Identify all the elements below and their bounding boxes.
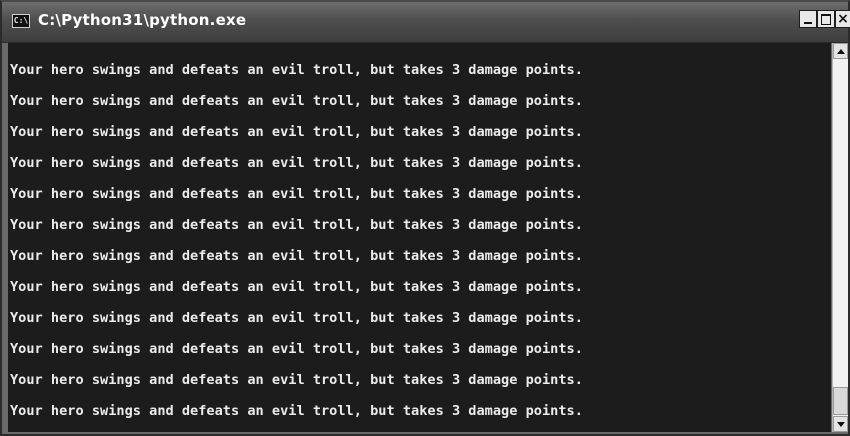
console-icon[interactable]: C:\: [12, 14, 30, 28]
console-line: Your hero swings and defeats an evil tro…: [10, 248, 583, 264]
title-bar[interactable]: C:\ C:\Python31\python.exe ×: [2, 2, 850, 43]
console-line: Your hero swings and defeats an evil tro…: [10, 341, 583, 357]
close-button[interactable]: ×: [835, 10, 850, 28]
console-line: Your hero swings and defeats an evil tro…: [10, 310, 583, 326]
console-line: Your hero swings and defeats an evil tro…: [10, 62, 583, 78]
scroll-up-button[interactable]: [833, 43, 848, 59]
vertical-scrollbar[interactable]: [832, 43, 848, 432]
console-line: Your hero swings and defeats an evil tro…: [10, 403, 583, 419]
close-icon: ×: [837, 11, 849, 27]
minimize-button[interactable]: [799, 10, 817, 28]
maximize-icon: [821, 14, 831, 25]
console-line: Your hero swings and defeats an evil tro…: [10, 93, 583, 109]
console-line: Your hero swings and defeats an evil tro…: [10, 279, 583, 295]
console-window: C:\ C:\Python31\python.exe × Your hero s…: [0, 0, 850, 436]
console-line: Your hero swings and defeats an evil tro…: [10, 155, 583, 171]
minimize-icon: [804, 22, 812, 24]
maximize-button[interactable]: [817, 10, 835, 28]
console-line: Your hero swings and defeats an evil tro…: [10, 372, 583, 388]
window-title: C:\Python31\python.exe: [38, 11, 247, 29]
arrow-up-icon: [837, 49, 845, 54]
scroll-thumb[interactable]: [833, 387, 848, 415]
arrow-down-icon: [837, 422, 845, 427]
scroll-down-button[interactable]: [833, 416, 848, 432]
console-line: Your hero swings and defeats an evil tro…: [10, 186, 583, 202]
console-output[interactable]: Your hero swings and defeats an evil tro…: [8, 43, 831, 432]
console-line: Your hero swings and defeats an evil tro…: [10, 217, 583, 233]
console-line: Your hero swings and defeats an evil tro…: [10, 124, 583, 140]
